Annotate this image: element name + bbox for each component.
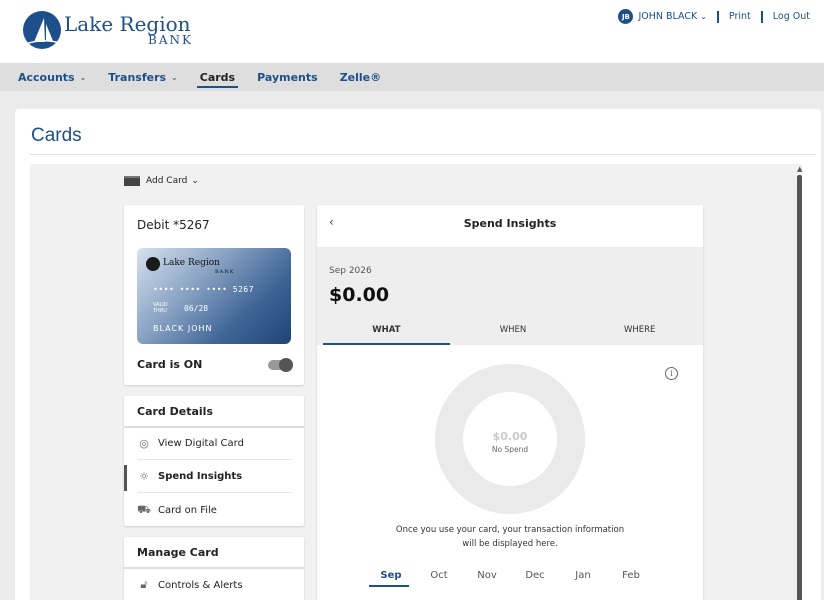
page-panel: Cards ▲ Add Card ⌄ Debit *5267 Lake Regi… bbox=[15, 109, 821, 600]
main-nav: Accounts ⌄ Transfers ⌄ Cards Payments Zell… bbox=[0, 63, 824, 91]
menu-label: View Digital Card bbox=[158, 438, 244, 449]
divider bbox=[760, 10, 763, 23]
thru-label: THRU bbox=[153, 308, 167, 314]
card-image[interactable]: Lake Region BANK •••• •••• •••• 5267 VAL… bbox=[137, 248, 291, 344]
menu-view-digital-card[interactable]: ◎ View Digital Card bbox=[137, 428, 291, 460]
print-link[interactable]: Print bbox=[729, 11, 751, 22]
card-brand-sub: BANK bbox=[215, 269, 235, 275]
nav-cards[interactable]: Cards bbox=[196, 63, 239, 91]
insights-title: Spend Insights bbox=[463, 217, 557, 230]
empty-line-1: Once you use your card, your transaction… bbox=[395, 525, 625, 535]
card-number: •••• •••• •••• 5267 bbox=[153, 285, 255, 294]
month-oct[interactable]: Oct bbox=[415, 570, 463, 587]
card-details-title: Card Details bbox=[124, 396, 304, 428]
menu-label: Spend Insights bbox=[158, 471, 243, 482]
nav-zelle[interactable]: Zelle® bbox=[340, 63, 381, 91]
cart-icon: ⛟ bbox=[137, 502, 151, 516]
card-icon bbox=[124, 176, 140, 186]
brand-sub: BANK bbox=[148, 33, 193, 47]
tab-where[interactable]: WHERE bbox=[576, 317, 703, 345]
chevron-down-icon: ⌄ bbox=[79, 72, 87, 82]
month-sep[interactable]: Sep bbox=[367, 570, 415, 587]
info-icon[interactable]: i bbox=[665, 367, 678, 380]
card-valid-label: VALID THRU bbox=[153, 302, 168, 314]
insights-period: Sep 2026 bbox=[329, 266, 372, 276]
bank-logo[interactable] bbox=[20, 10, 64, 50]
card-status: Card is ON bbox=[137, 358, 203, 371]
user-avatar[interactable]: JB bbox=[618, 9, 634, 24]
card-title: Debit *5267 bbox=[137, 218, 210, 232]
lock-icon: 🔓︎ bbox=[140, 578, 148, 591]
empty-message: Once you use your card, your transaction… bbox=[377, 523, 643, 551]
add-card-label: Add Card bbox=[146, 176, 188, 186]
card-summary: Debit *5267 Lake Region BANK •••• •••• •… bbox=[124, 205, 304, 385]
nav-label: Cards bbox=[199, 70, 236, 84]
chevron-down-icon[interactable]: ⌄ bbox=[700, 12, 707, 21]
nav-label: Payments bbox=[257, 70, 318, 84]
nav-transfers[interactable]: Transfers ⌄ bbox=[108, 63, 177, 91]
menu-controls-alerts[interactable]: 🔓︎ Controls & Alerts bbox=[137, 569, 291, 600]
card-expiry: 06/28 bbox=[184, 304, 209, 313]
toggle-knob bbox=[279, 358, 293, 372]
add-card-button[interactable]: Add Card ⌄ bbox=[124, 176, 199, 186]
menu-card-on-file[interactable]: ⛟ Card on File bbox=[137, 494, 291, 526]
insights-summary: Sep 2026 $0.00 WHAT WHEN WHERE bbox=[317, 247, 703, 345]
nav-label: Transfers bbox=[108, 70, 167, 84]
nav-payments[interactable]: Payments bbox=[257, 63, 318, 91]
nav-accounts[interactable]: Accounts ⌄ bbox=[18, 63, 86, 91]
chevron-down-icon: ⌄ bbox=[171, 72, 178, 82]
scroll-up-icon[interactable]: ▲ bbox=[797, 165, 802, 173]
card-logo-icon bbox=[146, 257, 160, 271]
insights-tabs: WHAT WHEN WHERE bbox=[323, 317, 703, 345]
menu-spend-insights[interactable]: ☼ Spend Insights bbox=[137, 461, 291, 493]
donut-amount: $0.00 bbox=[492, 430, 528, 443]
divider bbox=[716, 10, 719, 23]
month-selector: Sep Oct Nov Dec Jan Feb bbox=[367, 570, 655, 587]
month-nov[interactable]: Nov bbox=[463, 570, 511, 587]
card-details-menu: Card Details ◎ View Digital Card ☼ Spend… bbox=[124, 396, 304, 526]
user-area: JB JOHN BLACK ⌄ Print Log Out bbox=[618, 9, 820, 24]
divider bbox=[30, 154, 816, 155]
page-title: Cards bbox=[31, 125, 82, 146]
tab-when[interactable]: WHEN bbox=[450, 317, 577, 345]
eye-icon: ◎ bbox=[139, 437, 149, 450]
spend-insights-panel: ‹ Spend Insights Sep 2026 $0.00 WHAT WHE… bbox=[317, 205, 703, 600]
header: Lake Region BANK JB JOHN BLACK ⌄ Print L… bbox=[0, 0, 824, 63]
lightbulb-icon: ☼ bbox=[139, 470, 149, 483]
user-menu[interactable]: JOHN BLACK bbox=[638, 11, 697, 22]
chevron-down-icon: ⌄ bbox=[191, 176, 199, 186]
nav-label: Zelle® bbox=[339, 70, 382, 84]
month-dec[interactable]: Dec bbox=[511, 570, 559, 587]
manage-card-title: Manage Card bbox=[124, 537, 304, 569]
donut-label: No Spend bbox=[491, 445, 529, 454]
card-toggle[interactable] bbox=[268, 358, 293, 372]
menu-label: Controls & Alerts bbox=[158, 579, 243, 591]
card-brand-name: Lake Region bbox=[163, 258, 220, 268]
tab-what[interactable]: WHAT bbox=[323, 317, 450, 345]
nav-label: Accounts bbox=[18, 70, 75, 84]
insights-amount: $0.00 bbox=[329, 284, 390, 306]
active-indicator bbox=[124, 465, 127, 491]
menu-label: Card on File bbox=[158, 504, 217, 516]
month-jan[interactable]: Jan bbox=[559, 570, 607, 587]
card-holder: BLACK JOHN bbox=[153, 324, 213, 333]
logout-link[interactable]: Log Out bbox=[773, 11, 810, 22]
scrollbar[interactable] bbox=[797, 175, 802, 600]
month-feb[interactable]: Feb bbox=[607, 570, 655, 587]
empty-line-2: will be displayed here. bbox=[462, 539, 558, 549]
manage-card-menu: Manage Card 🔓︎ Controls & Alerts bbox=[124, 537, 304, 600]
